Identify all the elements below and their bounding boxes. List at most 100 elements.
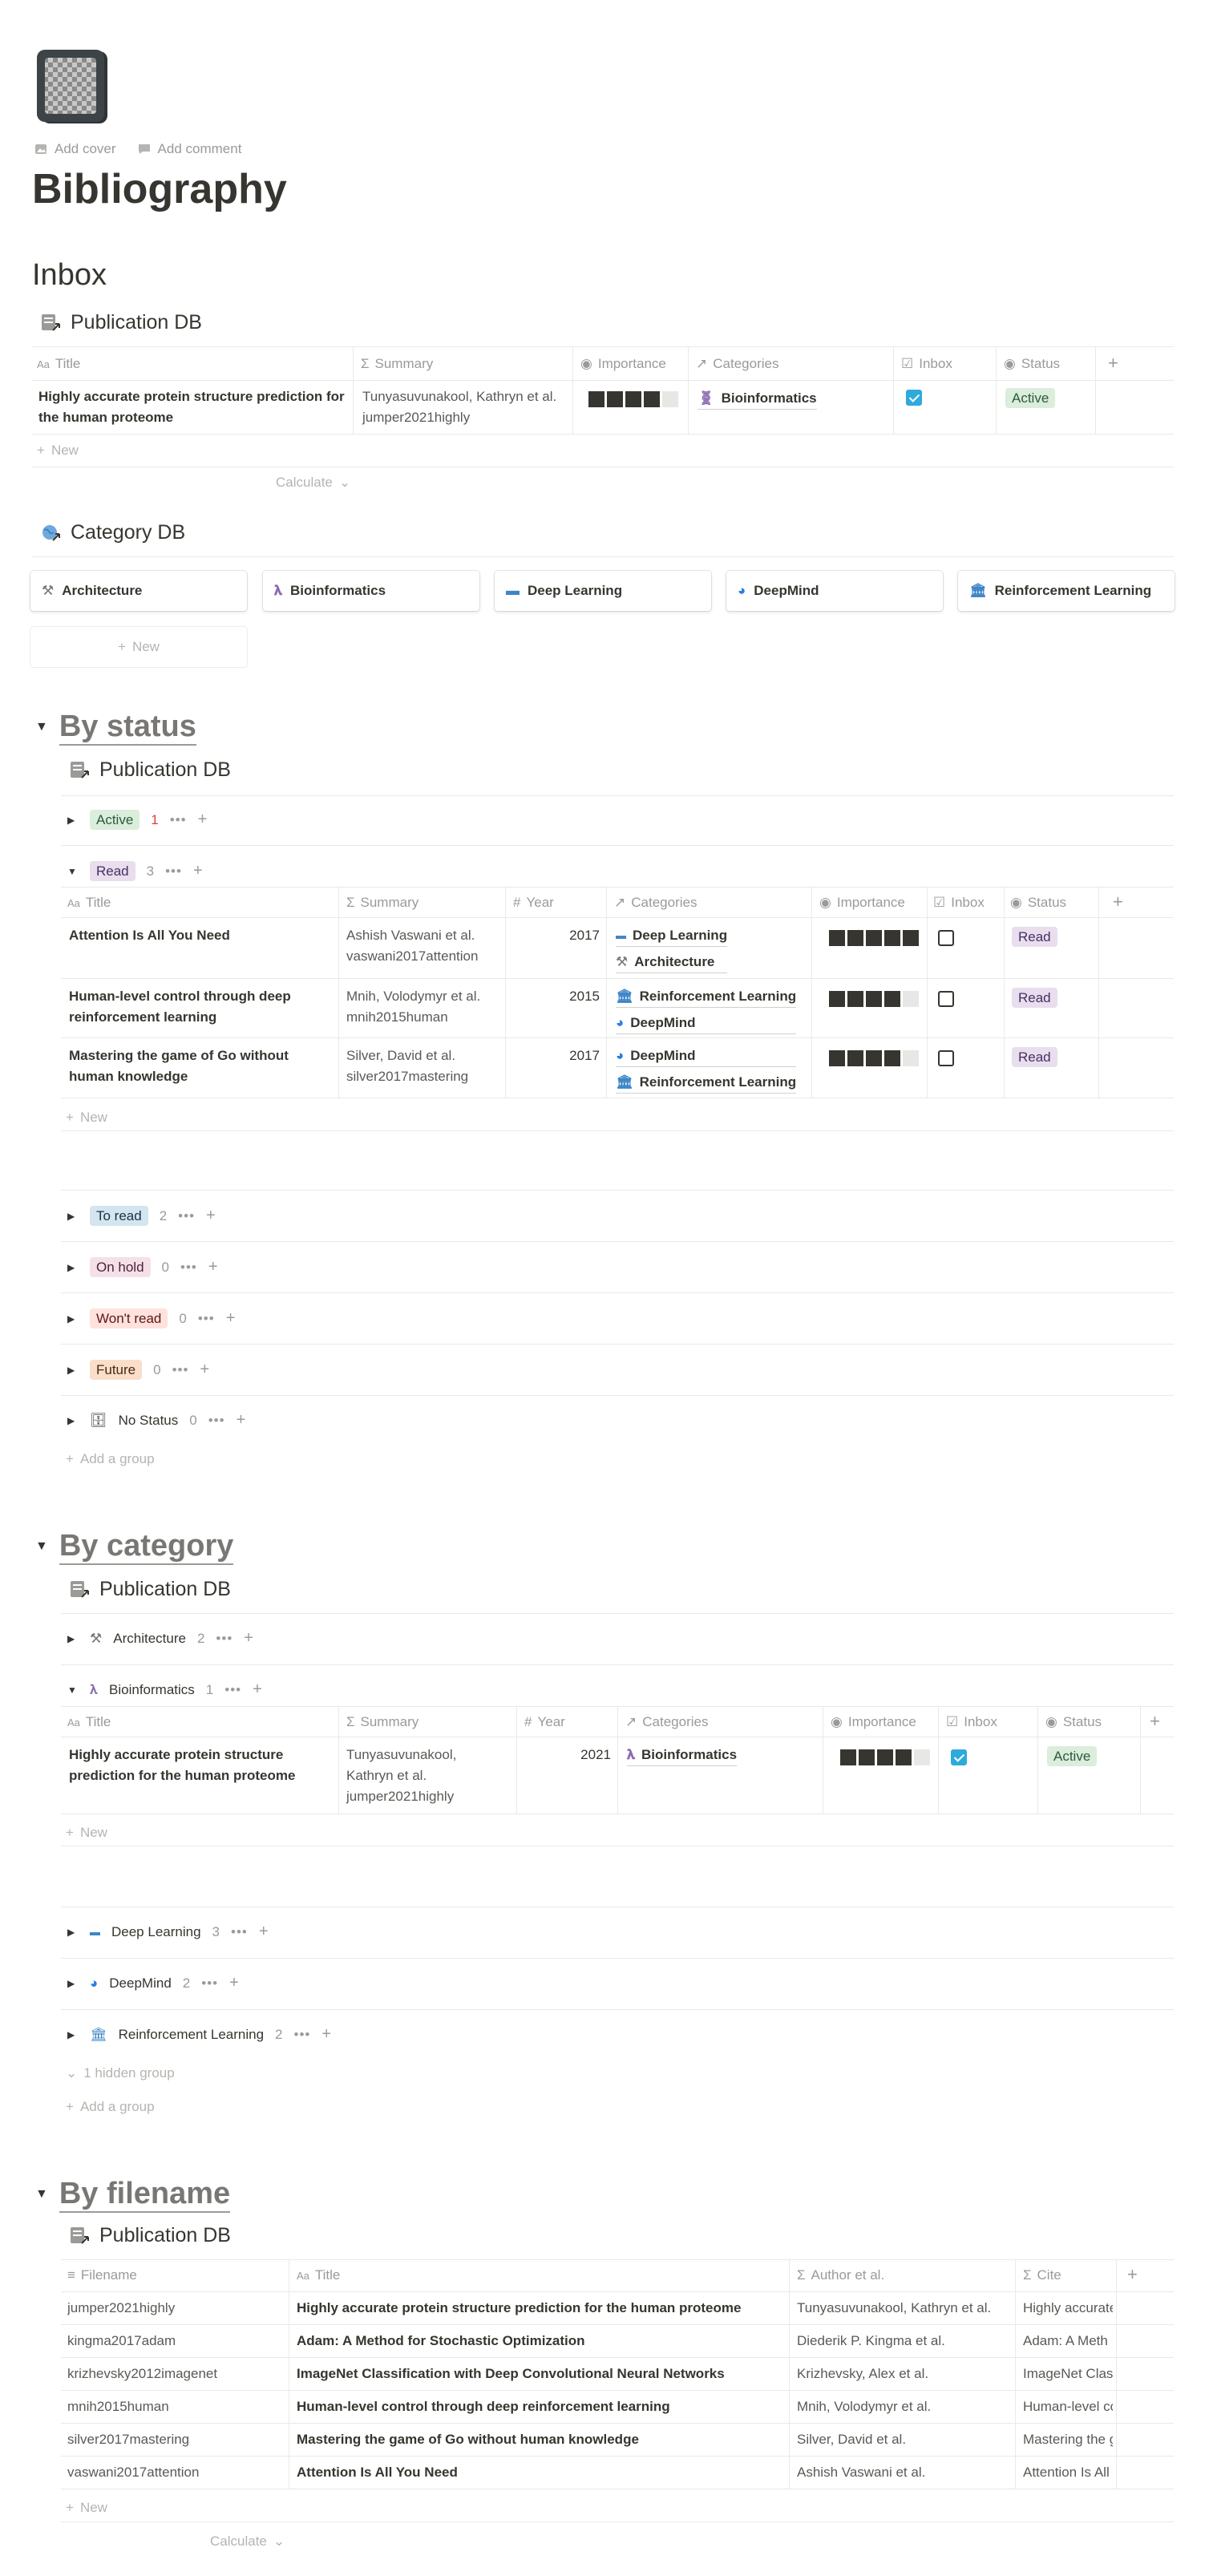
cite-cell[interactable]: Mastering the g [1023, 2429, 1113, 2450]
column-header-categories[interactable]: ↗ Categories [625, 1714, 708, 1730]
category-db-title[interactable]: Category DB [40, 521, 185, 544]
add-icon[interactable]: + [229, 1974, 240, 1992]
by-filename-toggle-heading[interactable]: ▼ By filename [35, 2176, 231, 2213]
more-icon[interactable]: ••• [231, 1924, 248, 1940]
importance-bar[interactable] [840, 1749, 930, 1765]
category-link[interactable]: Bioinformatics [722, 388, 817, 409]
more-icon[interactable]: ••• [224, 1682, 241, 1698]
group-architecture[interactable]: ▶ ⚒ Architecture 2 ••• + [67, 1629, 254, 1648]
new-row-button[interactable]: + New [66, 1825, 107, 1841]
page-title[interactable]: Bibliography [32, 165, 287, 213]
add-cover-button[interactable]: Add cover [34, 141, 116, 157]
add-icon[interactable]: + [244, 1629, 254, 1648]
author-cell[interactable]: Krizhevsky, Alex et al. [797, 2364, 1010, 2384]
filename-cell[interactable]: mnih2015human [67, 2396, 284, 2417]
add-column-button[interactable]: + [1108, 353, 1118, 374]
title-cell[interactable]: Mastering the game of Go without human k… [297, 2429, 782, 2450]
toggle-closed-icon[interactable]: ▶ [67, 1365, 79, 1376]
filename-cell[interactable]: vaswani2017attention [67, 2462, 284, 2483]
toggle-open-icon[interactable]: ▼ [35, 720, 48, 734]
year-cell[interactable]: 2015 [513, 986, 600, 1007]
toggle-closed-icon[interactable]: ▶ [67, 2029, 79, 2040]
column-header-summary[interactable]: Σ Summary [346, 1714, 418, 1730]
category-link[interactable]: Reinforcement Learning [640, 986, 797, 1007]
categories-cell[interactable]: ◕ DeepMind 🏛︎ Reinforcement Learning [616, 1045, 797, 1094]
table-row-title[interactable]: Mastering the game of Go without human k… [69, 1045, 334, 1087]
column-header-importance[interactable]: ◉ Importance [831, 1714, 916, 1730]
page-icon[interactable] [34, 48, 111, 125]
table-row-title[interactable]: Human-level control through deep reinfor… [69, 986, 334, 1028]
title-cell[interactable]: ImageNet Classification with Deep Convol… [297, 2364, 782, 2384]
column-header-title[interactable]: Aa Title [67, 895, 111, 911]
group-deep-learning[interactable]: ▶ ▬ Deep Learning 3 ••• + [67, 1923, 269, 1941]
column-header-inbox[interactable]: ☑ Inbox [933, 895, 985, 911]
more-icon[interactable]: ••• [178, 1208, 195, 1224]
column-header-status[interactable]: ◉ Status [1045, 1714, 1102, 1730]
inbox-row-summary[interactable]: Tunyasuvunakool, Kathryn et al. jumper20… [362, 386, 556, 428]
column-header-title[interactable]: Aa Title [37, 356, 80, 372]
add-icon[interactable]: + [237, 1411, 247, 1430]
more-icon[interactable]: ••• [216, 1631, 232, 1647]
column-header-categories[interactable]: ↗ Categories [696, 356, 778, 372]
column-header-categories[interactable]: ↗ Categories [614, 895, 697, 911]
table-row-summary[interactable]: Ashish Vaswani et al. vaswani2017attenti… [346, 925, 478, 967]
group-active[interactable]: ▶ Active 1 ••• + [67, 810, 208, 830]
more-icon[interactable]: ••• [172, 1362, 189, 1378]
category-link[interactable]: Reinforcement Learning [640, 1072, 797, 1093]
toggle-closed-icon[interactable]: ▶ [67, 815, 79, 826]
inbox-checkbox[interactable] [938, 930, 954, 946]
calculate-button[interactable]: Calculate ⌄ [276, 475, 350, 491]
toggle-open-icon[interactable]: ▼ [67, 1684, 79, 1696]
status-cell[interactable]: Read [1012, 988, 1057, 1009]
status-cell[interactable]: Active [1005, 388, 1056, 409]
filename-cell[interactable]: jumper2021highly [67, 2298, 284, 2319]
new-row-button[interactable]: + New [66, 2500, 107, 2516]
cite-cell[interactable]: Attention Is All [1023, 2462, 1113, 2483]
importance-bar[interactable] [829, 930, 919, 946]
add-icon[interactable]: + [253, 1680, 263, 1699]
hidden-groups-toggle[interactable]: ⌄ 1 hidden group [66, 2065, 175, 2081]
table-row-summary[interactable]: Mnih, Volodymyr et al. mnih2015human [346, 986, 480, 1028]
add-column-button[interactable]: + [1150, 1711, 1160, 1732]
column-header-summary[interactable]: Σ Summary [346, 895, 418, 911]
cite-cell[interactable]: Highly accurate [1023, 2298, 1113, 2319]
by-category-toggle-heading[interactable]: ▼ By category [35, 1528, 234, 1565]
new-row-button[interactable]: + New [66, 1110, 107, 1126]
categories-cell[interactable]: ▬ Deep Learning ⚒ Architecture [616, 925, 728, 973]
title-cell[interactable]: Attention Is All You Need [297, 2462, 782, 2483]
table-row-summary[interactable]: Tunyasuvunakool, Kathryn et al. jumper20… [346, 1745, 456, 1807]
column-header-year[interactable]: # Year [513, 895, 554, 911]
toggle-closed-icon[interactable]: ▶ [67, 1313, 79, 1324]
group-to-read[interactable]: ▶ To read 2 ••• + [67, 1206, 216, 1226]
categories-cell[interactable]: 🧬︎ Bioinformatics [698, 388, 817, 410]
add-icon[interactable]: + [200, 1361, 210, 1379]
status-cell[interactable]: Read [1012, 927, 1057, 948]
cite-cell[interactable]: Adam: A Meth [1023, 2331, 1113, 2352]
group-on-hold[interactable]: ▶ On hold 0 ••• + [67, 1257, 219, 1277]
title-cell[interactable]: Highly accurate protein structure predic… [297, 2298, 782, 2319]
toggle-open-icon[interactable]: ▼ [67, 866, 79, 877]
toggle-closed-icon[interactable]: ▶ [67, 1262, 79, 1273]
author-cell[interactable]: Mnih, Volodymyr et al. [797, 2396, 1010, 2417]
add-icon[interactable]: + [198, 811, 208, 829]
importance-bar[interactable] [829, 1050, 919, 1066]
calculate-button[interactable]: Calculate ⌄ [210, 2534, 285, 2550]
by-status-db-title[interactable]: Publication DB [69, 758, 231, 782]
author-cell[interactable]: Ashish Vaswani et al. [797, 2462, 1010, 2483]
more-icon[interactable]: ••• [170, 812, 187, 828]
add-icon[interactable]: + [226, 1309, 237, 1328]
table-row-summary[interactable]: Silver, David et al. silver2017mastering [346, 1045, 468, 1087]
category-card-deep-learning[interactable]: ▬ Deep Learning [495, 571, 711, 611]
more-icon[interactable]: ••• [208, 1413, 225, 1429]
year-cell[interactable]: 2021 [524, 1745, 611, 1765]
year-cell[interactable]: 2017 [513, 1045, 600, 1066]
column-header-status[interactable]: ◉ Status [1010, 895, 1066, 911]
categories-cell[interactable]: 🏛︎ Reinforcement Learning ◕ DeepMind [616, 986, 797, 1034]
new-card-button[interactable]: + New [30, 627, 247, 667]
more-icon[interactable]: ••• [294, 2027, 311, 2043]
year-cell[interactable]: 2017 [513, 925, 600, 946]
author-cell[interactable]: Silver, David et al. [797, 2429, 1010, 2450]
author-cell[interactable]: Tunyasuvunakool, Kathryn et al. [797, 2298, 1010, 2319]
cite-cell[interactable]: ImageNet Clas [1023, 2364, 1113, 2384]
category-link[interactable]: DeepMind [630, 1045, 695, 1066]
